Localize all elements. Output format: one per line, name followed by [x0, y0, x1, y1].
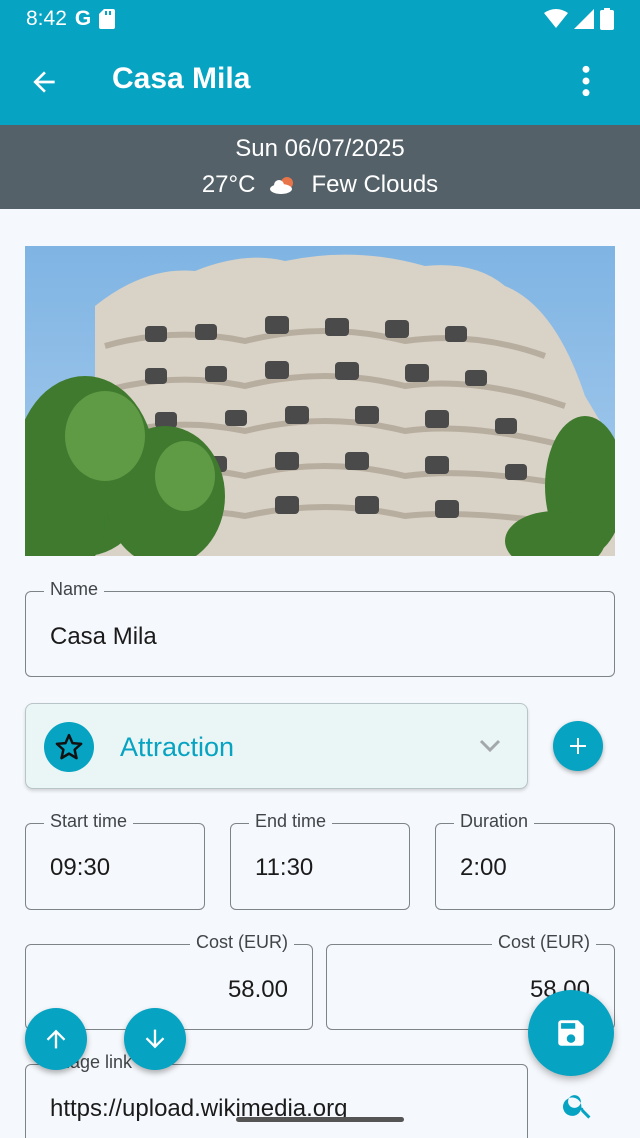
page-title: Casa Mila	[112, 62, 251, 95]
more-vert-icon[interactable]	[572, 64, 600, 98]
duration-input[interactable]: 2:00	[460, 854, 507, 882]
date-label: Sun 06/07/2025	[235, 135, 405, 162]
save-button[interactable]	[528, 990, 614, 1076]
chevron-down-icon	[479, 739, 501, 753]
partly-cloudy-icon	[270, 177, 294, 194]
duration-field[interactable]: Duration 2:00	[435, 811, 615, 910]
category-icon-badge	[44, 722, 94, 772]
plus-icon	[570, 738, 586, 754]
arrow-up-icon	[46, 1029, 66, 1049]
cost-input[interactable]: 58.00	[228, 976, 288, 1004]
date-weather-bar: Sun 06/07/2025 27°C Few Clouds	[0, 125, 640, 209]
attraction-photo	[25, 246, 615, 556]
status-bar: 8:42 G	[0, 0, 640, 38]
save-icon	[558, 1020, 584, 1046]
arrow-left-icon[interactable]	[28, 66, 60, 98]
move-down-button[interactable]	[124, 1008, 186, 1070]
weather-label: Few Clouds	[311, 171, 439, 198]
search-icon[interactable]	[561, 1088, 595, 1122]
cost-field-label: Cost (EUR)	[189, 932, 294, 953]
status-time: 8:42	[26, 7, 67, 30]
start-time-label: Start time	[44, 811, 134, 832]
home-indicator[interactable]	[236, 1117, 404, 1122]
move-up-button[interactable]	[25, 1008, 87, 1070]
sd-card-icon	[99, 9, 116, 29]
name-field[interactable]: Name Casa Mila	[25, 579, 615, 677]
status-left: 8:42 G	[26, 7, 116, 31]
category-dropdown[interactable]: Attraction	[25, 703, 528, 789]
wifi-icon	[544, 9, 568, 28]
google-icon: G	[74, 7, 92, 30]
cost-field-converted-label: Cost (EUR)	[491, 932, 596, 953]
end-time-label: End time	[249, 811, 333, 832]
signal-icon	[574, 9, 594, 29]
temperature-label: 27°C	[201, 171, 256, 198]
star-icon	[55, 733, 83, 760]
duration-label: Duration	[454, 811, 535, 832]
add-category-button[interactable]	[553, 721, 603, 771]
building-photo	[25, 246, 615, 556]
start-time-input[interactable]: 09:30	[50, 854, 110, 882]
arrow-down-icon	[145, 1029, 165, 1049]
name-field-label: Name	[44, 579, 105, 600]
name-input[interactable]: Casa Mila	[50, 623, 157, 651]
image-link-field[interactable]: Image link https://upload.wikimedia.org	[25, 1052, 528, 1138]
category-value: Attraction	[120, 732, 235, 762]
app-bar: Casa Mila	[0, 38, 640, 125]
status-right	[544, 8, 614, 30]
start-time-field[interactable]: Start time 09:30	[25, 811, 205, 910]
weather-row: 27°C Few Clouds	[0, 171, 640, 199]
end-time-input[interactable]: 11:30	[255, 854, 313, 882]
end-time-field[interactable]: End time 11:30	[230, 811, 410, 910]
battery-icon	[600, 8, 614, 30]
